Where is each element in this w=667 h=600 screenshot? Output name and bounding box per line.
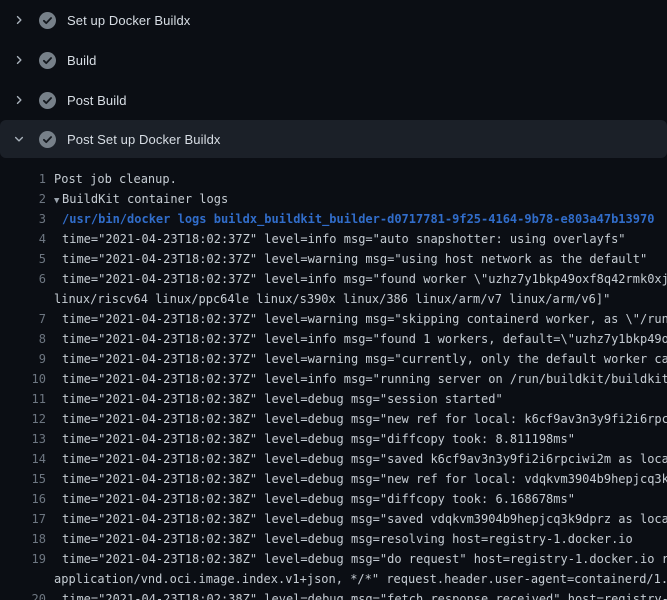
log-line: 3/usr/bin/docker logs buildx_buildkit_bu…: [0, 209, 667, 229]
chevron-right-icon: [12, 53, 26, 67]
log-viewer: 1 Post job cleanup. 2 ▼BuildKit container l…: [0, 158, 667, 600]
log-line: 8 time="2021-04-23T18:02:37Z" level=info …: [0, 329, 667, 349]
step-label: Post Build: [67, 93, 127, 108]
log-text: time="2021-04-23T18:02:38Z" level=debug …: [62, 389, 503, 409]
log-line: 5 time="2021-04-23T18:02:37Z" level=warni…: [0, 249, 667, 269]
actions-log-viewer: Set up Docker Buildx Build Post Build Post …: [0, 0, 667, 600]
log-line-number[interactable]: 18: [0, 529, 46, 549]
log-line-number[interactable]: 13: [0, 429, 46, 449]
log-line: 4 time="2021-04-23T18:02:37Z" level=info …: [0, 229, 667, 249]
step-header-post-set-up-docker-buildx[interactable]: Post Set up Docker Buildx: [0, 120, 667, 158]
check-circle-icon: [39, 52, 56, 69]
log-line-number[interactable]: 3: [0, 209, 46, 229]
log-text: time="2021-04-23T18:02:38Z" level=debug …: [62, 449, 667, 469]
log-line-number[interactable]: 12: [0, 409, 46, 429]
log-text: time="2021-04-23T18:02:38Z" level=debug …: [62, 589, 667, 600]
log-line-number[interactable]: 16: [0, 489, 46, 509]
check-circle-icon: [39, 131, 56, 148]
log-line-number[interactable]: 7: [0, 309, 46, 329]
step-list: Set up Docker Buildx Build Post Build Post …: [0, 0, 667, 158]
log-line: 1 Post job cleanup.: [0, 169, 667, 189]
log-text: time="2021-04-23T18:02:38Z" level=debug …: [62, 549, 667, 569]
log-line: 2 ▼BuildKit container logs: [0, 189, 667, 209]
collapse-toggle-icon[interactable]: ▼: [54, 191, 62, 209]
log-text: time="2021-04-23T18:02:38Z" level=debug …: [62, 509, 667, 529]
log-line: 15 time="2021-04-23T18:02:38Z" level=debu…: [0, 469, 667, 489]
log-line-number[interactable]: 4: [0, 229, 46, 249]
log-line: 6 time="2021-04-23T18:02:37Z" level=info …: [0, 269, 667, 289]
log-text: time="2021-04-23T18:02:37Z" level=info m…: [62, 229, 626, 249]
log-group-title: BuildKit container logs: [62, 192, 228, 206]
log-text: linux/riscv64 linux/ppc64le linux/s390x …: [54, 289, 610, 309]
log-command-text: /usr/bin/docker logs buildx_buildkit_bui…: [62, 209, 654, 229]
log-text: time="2021-04-23T18:02:38Z" level=debug …: [62, 489, 575, 509]
log-group-header: ▼BuildKit container logs: [54, 189, 228, 209]
log-line: 7 time="2021-04-23T18:02:37Z" level=warni…: [0, 309, 667, 329]
log-line-number[interactable]: 2: [0, 189, 46, 209]
log-line-number[interactable]: 9: [0, 349, 46, 369]
log-line-number[interactable]: 19: [0, 549, 46, 569]
chevron-right-icon: [12, 13, 26, 27]
log-line: 13 time="2021-04-23T18:02:38Z" level=debu…: [0, 429, 667, 449]
step-header-set-up-docker-buildx[interactable]: Set up Docker Buildx: [0, 0, 667, 40]
log-text: Post job cleanup.: [54, 169, 177, 189]
log-line: 19 time="2021-04-23T18:02:38Z" level=debu…: [0, 549, 667, 569]
log-text: time="2021-04-23T18:02:38Z" level=debug …: [62, 469, 667, 489]
log-line-number[interactable]: 15: [0, 469, 46, 489]
log-line: 14 time="2021-04-23T18:02:38Z" level=debu…: [0, 449, 667, 469]
log-line-number[interactable]: 20: [0, 589, 46, 600]
log-line-number[interactable]: 17: [0, 509, 46, 529]
log-line: 12 time="2021-04-23T18:02:38Z" level=debu…: [0, 409, 667, 429]
step-label: Build: [67, 53, 96, 68]
step-label: Post Set up Docker Buildx: [67, 132, 221, 147]
log-text: time="2021-04-23T18:02:37Z" level=info m…: [62, 369, 667, 389]
step-header-post-build[interactable]: Post Build: [0, 80, 667, 120]
log-text: time="2021-04-23T18:02:37Z" level=warnin…: [62, 249, 647, 269]
step-header-build[interactable]: Build: [0, 40, 667, 80]
log-text: time="2021-04-23T18:02:37Z" level=info m…: [62, 329, 667, 349]
log-line: 11 time="2021-04-23T18:02:38Z" level=debu…: [0, 389, 667, 409]
log-line: 18 time="2021-04-23T18:02:38Z" level=debu…: [0, 529, 667, 549]
log-text: time="2021-04-23T18:02:37Z" level=info m…: [62, 269, 667, 289]
chevron-down-icon: [12, 132, 26, 146]
step-label: Set up Docker Buildx: [67, 13, 190, 28]
log-line-number: [0, 569, 46, 589]
log-text: time="2021-04-23T18:02:37Z" level=warnin…: [62, 309, 667, 329]
log-line-number[interactable]: 6: [0, 269, 46, 289]
log-text: time="2021-04-23T18:02:38Z" level=debug …: [62, 409, 667, 429]
log-line: 16 time="2021-04-23T18:02:38Z" level=debu…: [0, 489, 667, 509]
log-line-number[interactable]: 5: [0, 249, 46, 269]
log-line-number: [0, 289, 46, 309]
log-text: time="2021-04-23T18:02:38Z" level=debug …: [62, 429, 575, 449]
log-text: time="2021-04-23T18:02:38Z" level=debug …: [62, 529, 633, 549]
log-text: time="2021-04-23T18:02:37Z" level=warnin…: [62, 349, 667, 369]
log-line: 17 time="2021-04-23T18:02:38Z" level=debu…: [0, 509, 667, 529]
log-line: application/vnd.oci.image.index.v1+json,…: [0, 569, 667, 589]
log-line: 10 time="2021-04-23T18:02:37Z" level=info…: [0, 369, 667, 389]
check-circle-icon: [39, 12, 56, 29]
log-line: 9 time="2021-04-23T18:02:37Z" level=warni…: [0, 349, 667, 369]
log-line-number[interactable]: 11: [0, 389, 46, 409]
log-line: 20 time="2021-04-23T18:02:38Z" level=debu…: [0, 589, 667, 600]
log-text: application/vnd.oci.image.index.v1+json,…: [54, 569, 667, 589]
log-line-number[interactable]: 8: [0, 329, 46, 349]
log-line: linux/riscv64 linux/ppc64le linux/s390x …: [0, 289, 667, 309]
log-line-number[interactable]: 1: [0, 169, 46, 189]
log-line-number[interactable]: 10: [0, 369, 46, 389]
check-circle-icon: [39, 92, 56, 109]
chevron-right-icon: [12, 93, 26, 107]
log-line-number[interactable]: 14: [0, 449, 46, 469]
